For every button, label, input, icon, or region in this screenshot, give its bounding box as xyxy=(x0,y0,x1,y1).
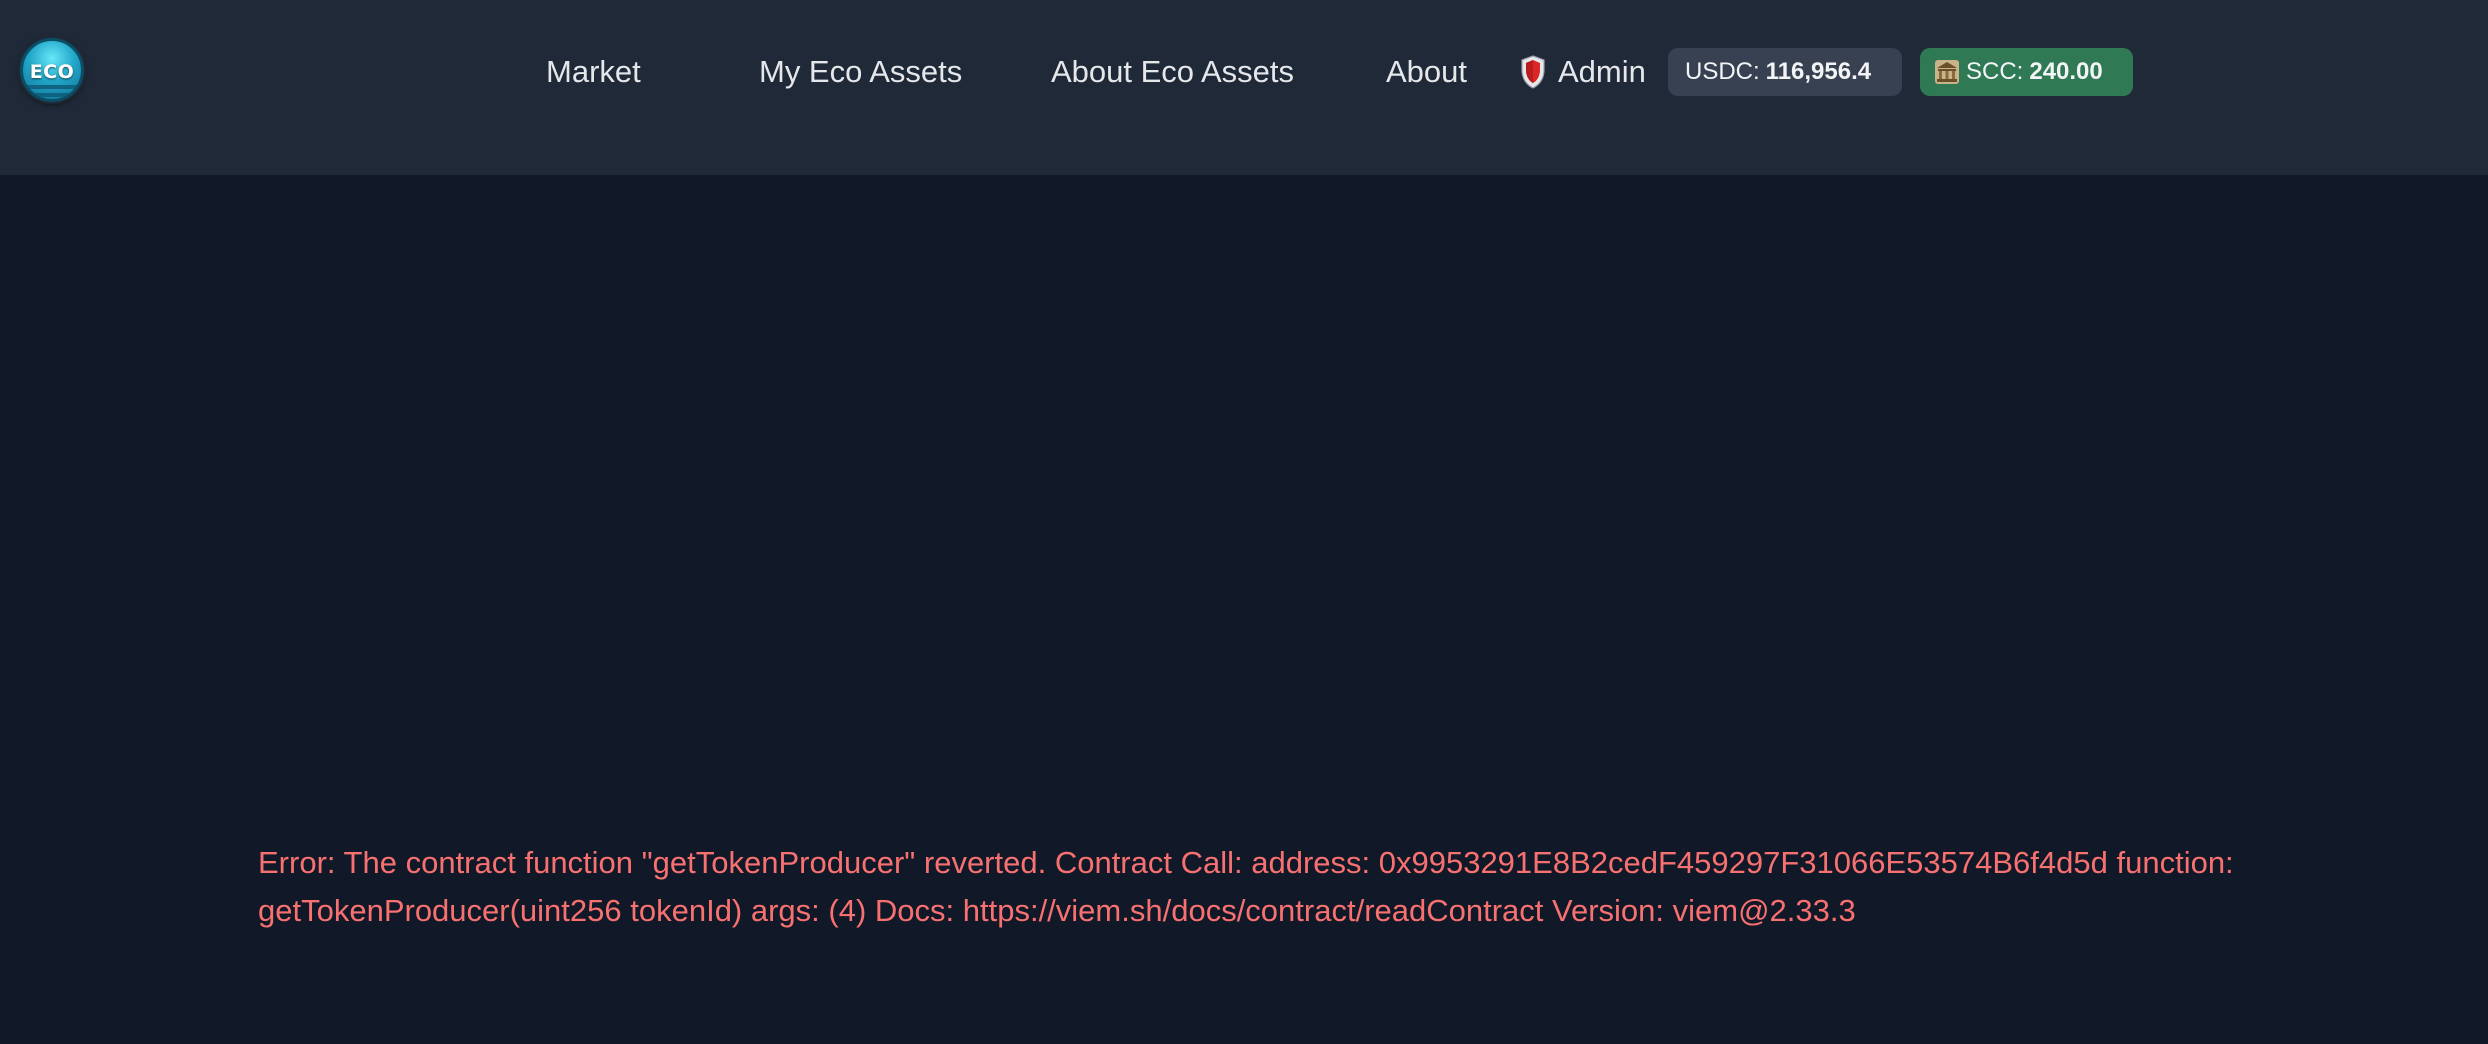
scc-label: SCC: xyxy=(1966,58,2024,85)
usdc-value: 116,956.4 xyxy=(1765,58,1872,85)
admin-link[interactable]: Admin xyxy=(1520,50,1646,94)
error-message: Error: The contract function "getTokenPr… xyxy=(258,845,2234,928)
admin-label: Admin xyxy=(1558,54,1646,89)
eco-logo[interactable]: ECO xyxy=(20,38,84,102)
nav-market[interactable]: Market xyxy=(546,50,641,94)
nav-about[interactable]: About xyxy=(1386,50,1467,94)
usdc-balance-badge: USDC: 116,956.4 xyxy=(1668,48,1902,96)
logo-stripe xyxy=(23,85,81,89)
scc-value: 240.00 xyxy=(2029,58,2103,85)
scc-balance-badge: SCC: 240.00 xyxy=(1920,48,2133,96)
logo-stripe xyxy=(23,93,81,97)
top-navbar: ECO Market My Eco Assets About Eco Asset… xyxy=(0,0,2488,175)
logo-text: ECO xyxy=(29,61,75,83)
usdc-label: USDC: xyxy=(1685,58,1760,85)
nav-about-eco-assets[interactable]: About Eco Assets xyxy=(1051,50,1294,94)
shield-icon xyxy=(1521,55,1545,89)
bank-icon xyxy=(1935,60,1959,84)
nav-my-eco-assets[interactable]: My Eco Assets xyxy=(759,50,962,94)
